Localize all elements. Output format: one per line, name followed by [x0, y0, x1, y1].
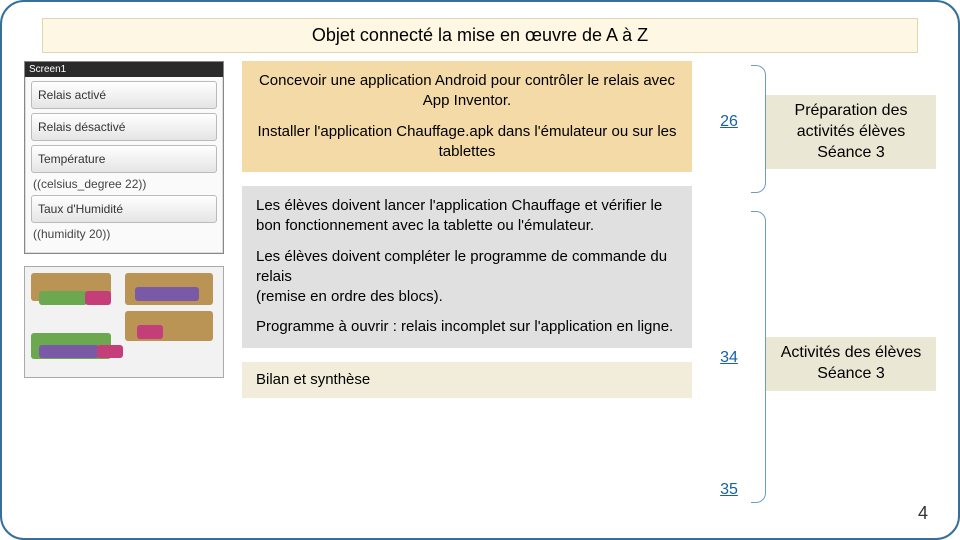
card-activities: Les élèves doivent lancer l'application … — [242, 186, 692, 348]
page-number: 4 — [918, 503, 928, 524]
act-line-2: Les élèves doivent compléter le programm… — [256, 247, 678, 308]
phone-btn-temp: Température — [31, 145, 217, 173]
bilan-text: Bilan et synthèse — [256, 371, 370, 388]
phone-title-bar: Screen1 — [25, 62, 223, 77]
act-line-3: Programme à ouvrir : relais incomplet su… — [256, 317, 678, 337]
phone-btn-humidity: Taux d'Humidité — [31, 195, 217, 223]
link-34[interactable]: 34 — [710, 349, 748, 367]
body: Screen1 Relais activé Relais désactivé T… — [24, 61, 936, 520]
prep-line-1: Concevoir une application Android pour c… — [256, 71, 678, 112]
phone-mock: Screen1 Relais activé Relais désactivé T… — [24, 61, 224, 254]
middle-column: Concevoir une application Android pour c… — [242, 61, 692, 520]
phone-celsius-line: ((celsius_degree 22)) — [33, 177, 215, 191]
phone-btn-relais-on: Relais activé — [31, 81, 217, 109]
act-line-1: Les élèves doivent lancer l'application … — [256, 196, 678, 237]
session-act: Activités des élèves Séance 3 — [766, 337, 936, 391]
bracket-bottom — [751, 211, 766, 503]
page-links-column: 26 34 35 — [710, 61, 748, 520]
prep-line-2: Installer l'application Chauffage.apk da… — [256, 122, 678, 163]
session-prep: Préparation des activités élèves Séance … — [766, 95, 936, 169]
appinventor-blocks — [24, 266, 224, 378]
sessions-column: Préparation des activités élèves Séance … — [766, 61, 936, 520]
link-35[interactable]: 35 — [710, 481, 748, 499]
card-preparation: Concevoir une application Android pour c… — [242, 61, 692, 172]
link-26[interactable]: 26 — [710, 113, 748, 131]
phone-btn-relais-off: Relais désactivé — [31, 113, 217, 141]
bracket-top — [751, 65, 766, 193]
phone-humidity-line: ((humidity 20)) — [33, 227, 215, 241]
page-title: Objet connecté la mise en œuvre de A à Z — [42, 18, 918, 53]
card-bilan: Bilan et synthèse — [242, 362, 692, 398]
left-illustrations: Screen1 Relais activé Relais désactivé T… — [24, 61, 224, 520]
